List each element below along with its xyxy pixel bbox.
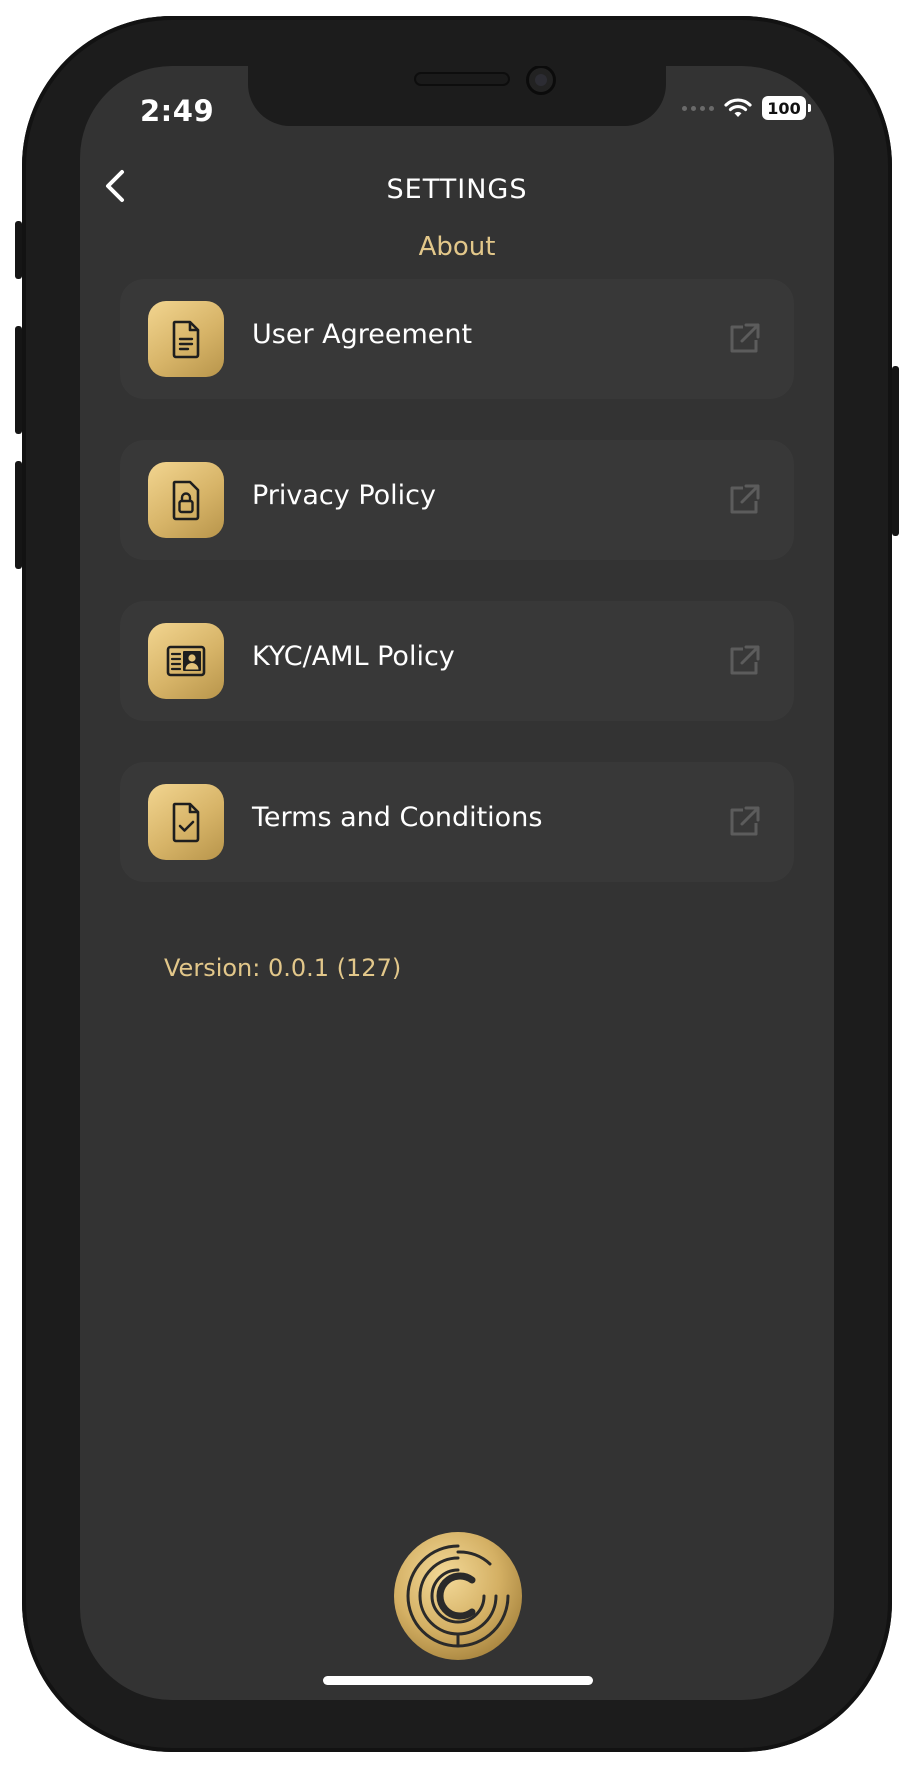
notch (248, 66, 666, 126)
kyc-aml-policy-row[interactable]: KYC/AML Policy (120, 601, 794, 721)
app-version: Version: 0.0.1 (127) (164, 954, 402, 982)
kyc-aml-policy-label: KYC/AML Policy (252, 641, 455, 672)
home-indicator[interactable] (323, 1676, 593, 1685)
external-link-icon (730, 484, 760, 514)
power-button (892, 366, 899, 536)
user-agreement-row[interactable]: User Agreement (120, 279, 794, 399)
id-card-icon (166, 645, 206, 677)
external-link-icon (730, 806, 760, 836)
front-camera (526, 66, 556, 95)
user-agreement-label: User Agreement (252, 319, 473, 350)
volume-up-button (15, 326, 22, 434)
volume-down-button (15, 461, 22, 569)
battery-level: 100 (767, 98, 801, 118)
kyc-aml-policy-icon-tile (148, 623, 224, 699)
brand-logo-button[interactable] (392, 1530, 524, 1662)
privacy-policy-label: Privacy Policy (252, 480, 437, 511)
page-title: SETTINGS (386, 174, 528, 205)
status-time: 2:49 (140, 94, 215, 128)
cellular-signal-icon (682, 105, 714, 111)
earpiece-speaker (414, 72, 510, 86)
privacy-policy-row[interactable]: Privacy Policy (120, 440, 794, 560)
document-icon (172, 320, 200, 359)
brand-logo-icon (394, 1532, 522, 1660)
app-screen: 2:49 100 SETTINGS About User Agreement P… (80, 66, 834, 1700)
external-link-icon (730, 645, 760, 675)
status-indicators: 100 (682, 96, 811, 120)
about-links-list: User Agreement Privacy Policy KYC/AML Po… (120, 279, 794, 923)
terms-and-conditions-icon-tile (148, 784, 224, 860)
external-link-icon (730, 323, 760, 353)
mute-switch (15, 221, 22, 279)
terms-and-conditions-label: Terms and Conditions (252, 802, 543, 833)
terms-and-conditions-row[interactable]: Terms and Conditions (120, 762, 794, 882)
privacy-policy-icon-tile (148, 462, 224, 538)
battery-icon: 100 (762, 96, 811, 120)
lock-document-icon (172, 480, 200, 521)
wifi-icon (724, 98, 752, 117)
section-title: About (418, 232, 496, 262)
user-agreement-icon-tile (148, 301, 224, 377)
document-check-icon (172, 802, 200, 843)
